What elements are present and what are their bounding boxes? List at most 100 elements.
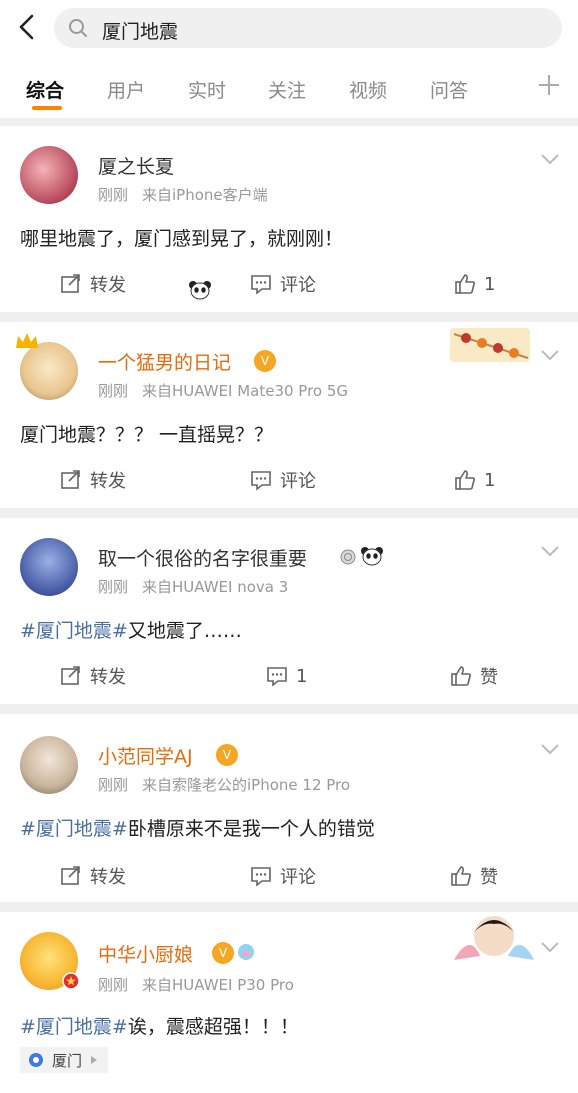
post-card: 小范同学AJ V 刚刚 来自索隆老公的iPhone 12 Pro #厦门地震#卧… [0,714,578,902]
post-source: 来自HUAWEI P30 Pro [142,976,294,994]
repost-label: 转发 [90,275,126,296]
tab-bar: 综合 用户 实时 关注 视频 问答 [0,56,578,118]
post-text: #厦门地震#又地震了…… [20,616,242,643]
post-time: 刚刚 [98,186,129,204]
tab-following[interactable]: 关注 [268,76,306,103]
comment-icon [267,667,287,687]
comment-count: 1 [296,665,308,687]
share-icon [61,666,80,685]
thumbs-up-icon [451,866,471,886]
post-actions: 转发 评论 1 [0,264,578,304]
thumbs-up-icon [455,274,475,294]
post-time: 刚刚 [98,382,129,400]
share-icon [61,866,80,885]
tab-users[interactable]: 用户 [107,76,145,103]
location-name: 厦门 [52,1051,83,1070]
vip-badge-icon: V [254,350,276,372]
post-text: #厦门地震#诶，震感超强！！！ [20,1012,299,1039]
tab-all[interactable]: 综合 [26,76,64,103]
share-icon [61,470,80,489]
share-icon [61,274,80,293]
post-text: 厦门地震？？？ 一直摇晃？？ [20,424,274,446]
chevron-down-icon[interactable] [540,152,560,166]
post-author[interactable]: 中华小厨娘 [98,940,193,967]
comment-button[interactable]: 1 [266,656,307,696]
chevron-down-icon[interactable] [540,940,560,954]
avatar[interactable] [20,342,78,400]
comment-label: 评论 [280,471,316,492]
tab-realtime[interactable]: 实时 [188,76,226,103]
search-query[interactable]: 厦门地震 [102,17,178,44]
post-source: 来自iPhone客户端 [142,186,268,204]
post-text: 哪里地震了，厦门感到晃了，就刚刚！ [20,228,344,250]
avatar[interactable] [20,538,78,596]
medal-icon [340,549,356,565]
post-source: 来自HUAWEI nova 3 [142,578,289,596]
post-card: 一个猛男的日记 V 刚刚 来自HUAWEI Mate30 Pro 5G 厦门地震… [0,322,578,508]
comment-icon [251,471,271,491]
comment-label: 评论 [280,867,316,888]
like-button[interactable]: 1 [454,460,495,500]
hashtag-link[interactable]: #厦门地震# [20,620,128,642]
repost-label: 转发 [90,867,126,888]
repost-button[interactable]: 转发 [60,460,126,500]
like-button[interactable]: 1 [454,264,495,304]
comment-label: 评论 [280,275,316,296]
location-tag[interactable]: 厦门 [20,1047,109,1073]
back-arrow-icon[interactable] [14,12,40,42]
hashtag-link[interactable]: #厦门地震# [20,1016,128,1038]
vip-badge-icon: V [212,942,234,964]
post-author[interactable]: 厦之长夏 [98,152,174,179]
like-label: 赞 [480,667,498,688]
post-body: 诶，震感超强！！！ [127,1016,299,1038]
chevron-down-icon[interactable] [540,742,560,756]
search-bar[interactable]: 厦门地震 [54,8,562,48]
search-icon [69,19,87,37]
comment-icon [251,867,271,887]
panda-emoji-icon [361,547,383,566]
comment-button[interactable]: 评论 [250,264,316,304]
active-tab-indicator [32,106,62,110]
location-pin-icon [29,1053,43,1067]
post-time: 刚刚 [98,578,129,596]
post-source: 来自HUAWEI Mate30 Pro 5G [142,382,349,400]
post-time: 刚刚 [98,776,129,794]
tab-qa[interactable]: 问答 [430,76,468,103]
top-bar: 厦门地震 [0,0,578,56]
post-source: 来自索隆老公的iPhone 12 Pro [142,776,351,794]
comment-icon [251,275,271,295]
repost-button[interactable]: 转发 [60,264,126,304]
post-actions: 转发 1 赞 [0,656,578,696]
add-tab-icon[interactable] [536,72,562,98]
post-card: 取一个很俗的名字很重要 刚刚 来自HUAWEI nova 3 #厦门地震#又地震… [0,518,578,704]
like-label: 赞 [480,867,498,888]
like-count: 1 [484,273,496,295]
verified-badge-icon [62,972,80,990]
comment-button[interactable]: 评论 [250,460,316,500]
comment-button[interactable]: 评论 [250,856,316,896]
like-button[interactable]: 赞 [450,856,498,896]
repost-button[interactable]: 转发 [60,656,126,696]
repost-button[interactable]: 转发 [60,856,126,896]
repost-label: 转发 [90,667,126,688]
sticker-icon [238,944,254,960]
post-actions: 转发 评论 1 [0,460,578,500]
post-actions: 转发 评论 赞 [0,856,578,896]
thumbs-up-icon [451,666,471,686]
tab-video[interactable]: 视频 [349,76,387,103]
post-author[interactable]: 一个猛男的日记 [98,348,231,375]
hashtag-link[interactable]: #厦门地震# [20,818,128,840]
chevron-right-icon [91,1056,98,1064]
avatar[interactable] [20,146,78,204]
post-body: 又地震了…… [127,620,242,642]
like-button[interactable]: 赞 [450,656,498,696]
post-author[interactable]: 小范同学AJ [98,742,193,769]
vip-badge-icon: V [216,744,238,766]
chevron-down-icon[interactable] [540,348,560,362]
avatar[interactable] [20,736,78,794]
repost-label: 转发 [90,471,126,492]
chevron-down-icon[interactable] [540,544,560,558]
thumbs-up-icon [455,470,475,490]
post-author[interactable]: 取一个很俗的名字很重要 [98,544,307,571]
post-card: 厦之长夏 刚刚 来自iPhone客户端 哪里地震了，厦门感到晃了，就刚刚！ 转发… [0,126,578,312]
